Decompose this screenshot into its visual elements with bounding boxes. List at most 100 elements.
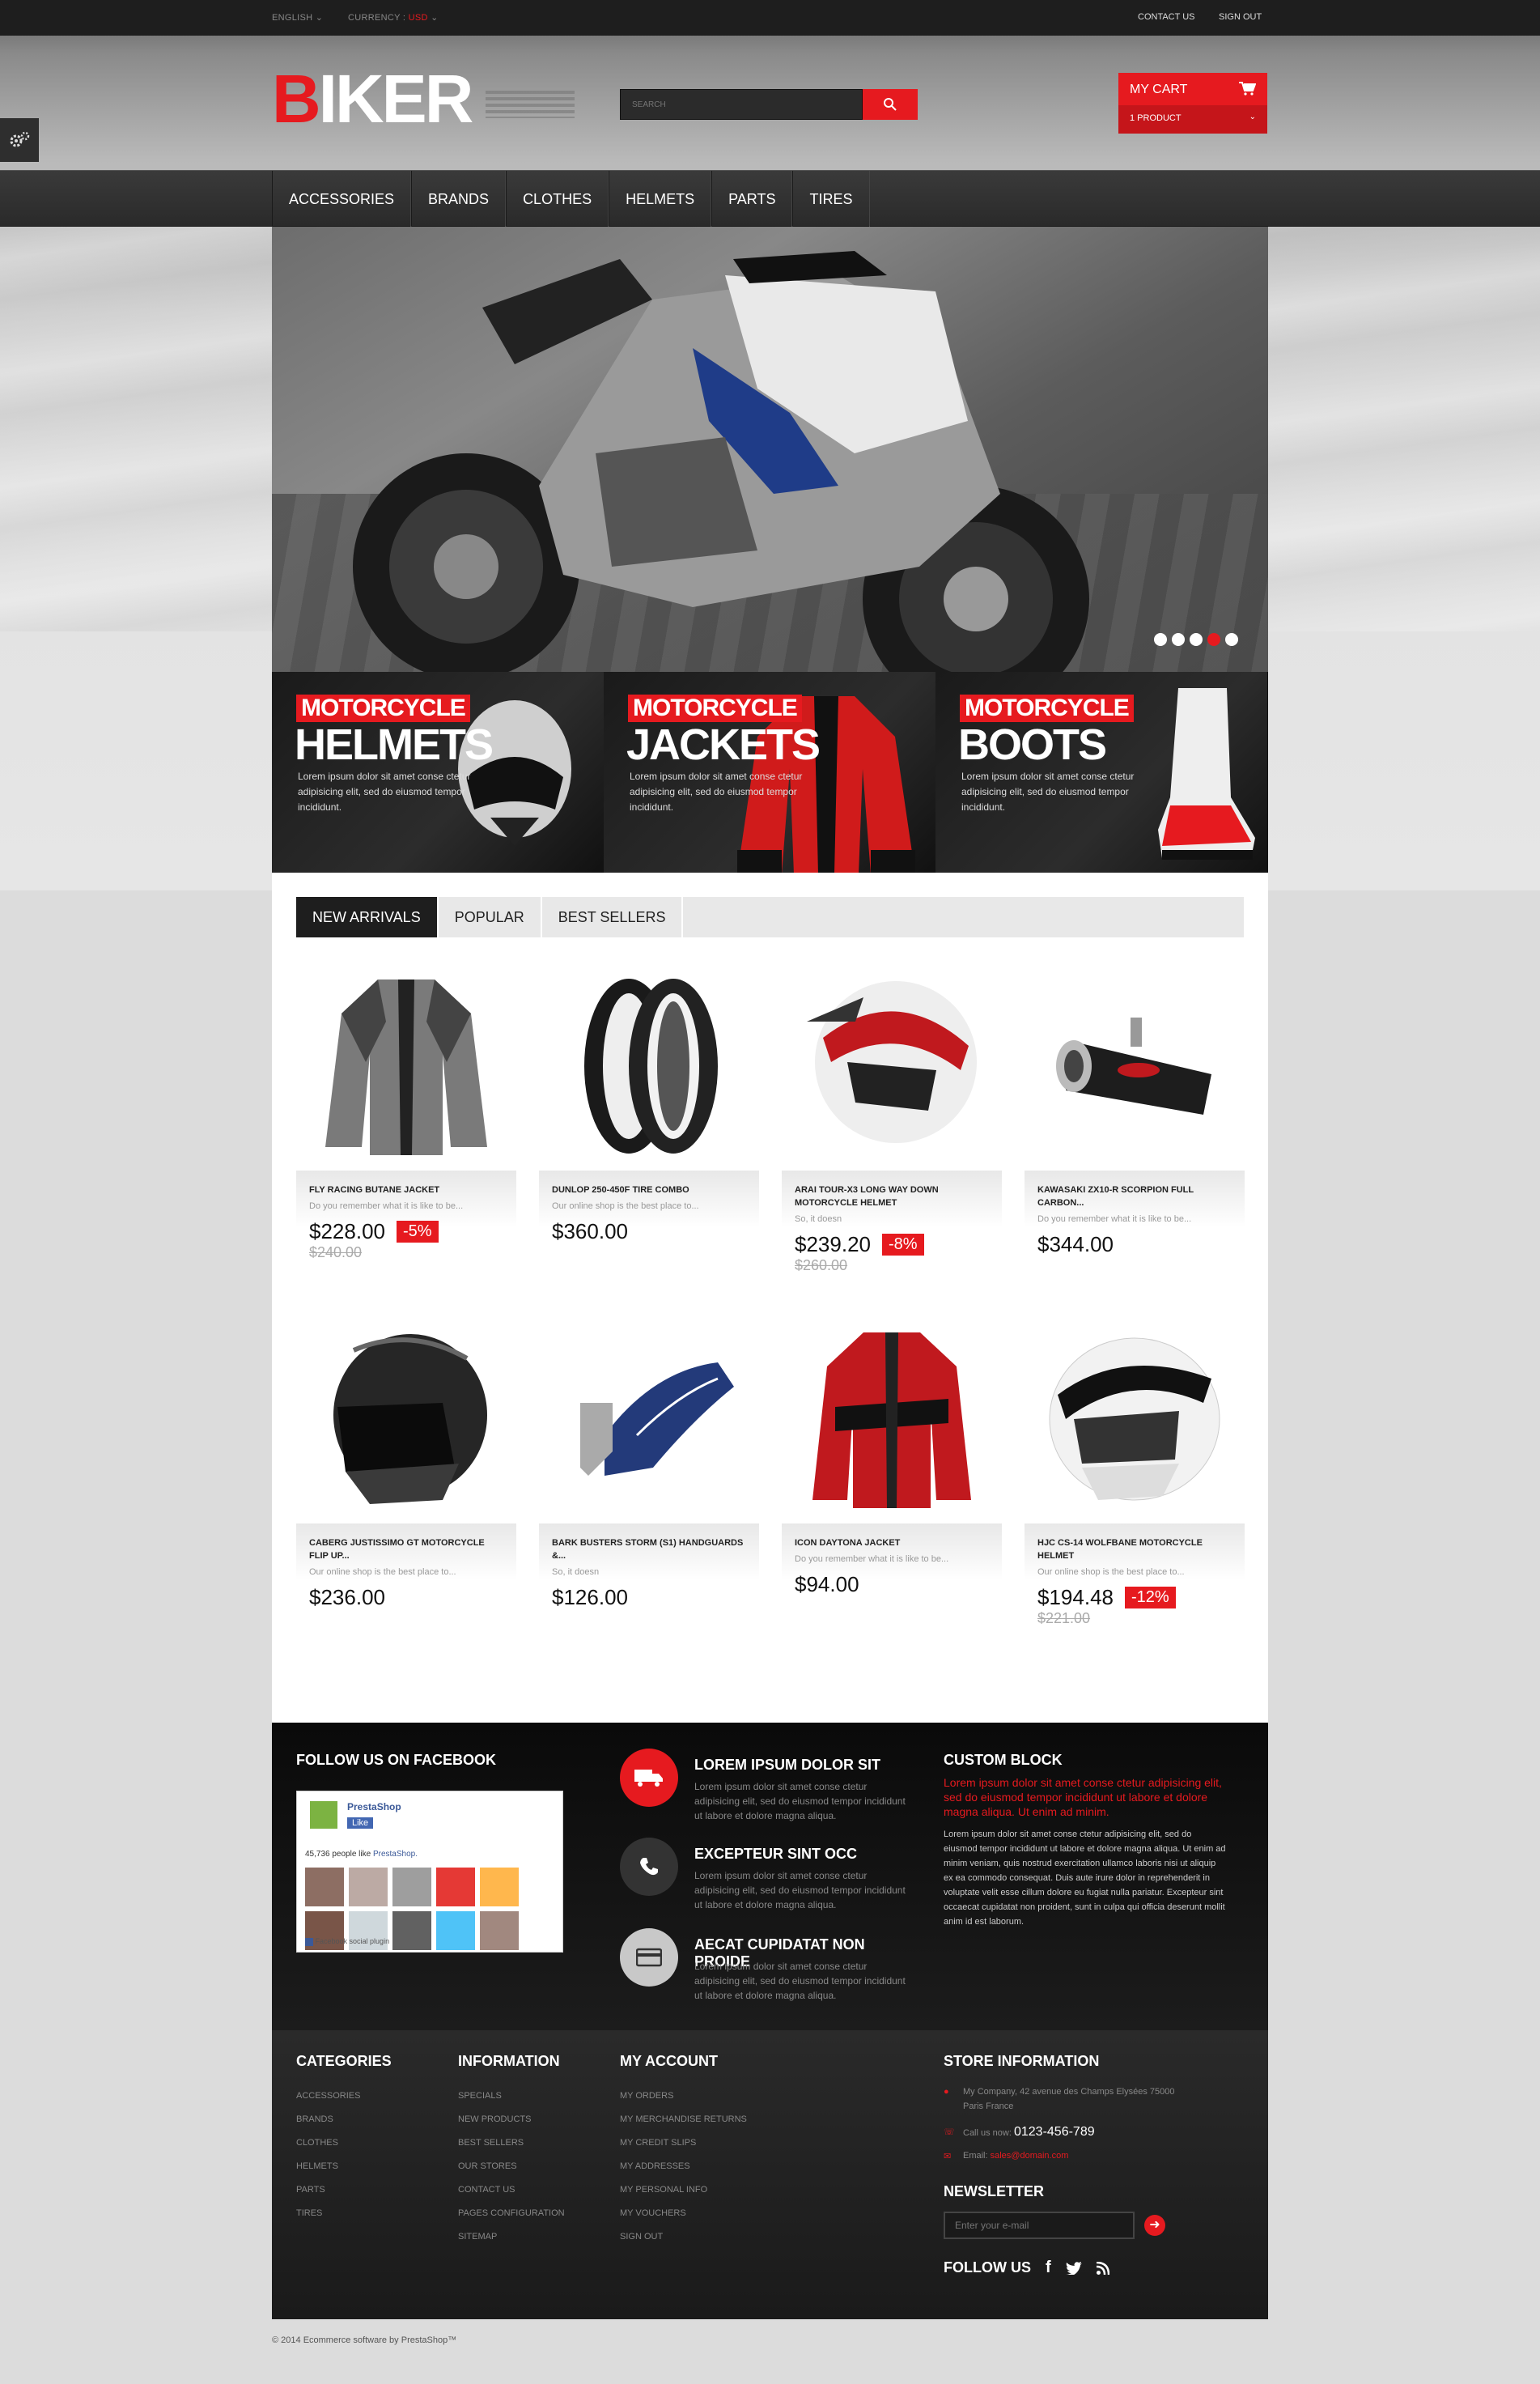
gears-icon <box>10 131 30 147</box>
product-card[interactable]: DUNLOP 250-450F TIRE COMBO Our online sh… <box>539 962 759 1244</box>
product-name[interactable]: DUNLOP 250-450F TIRE COMBO <box>552 1184 746 1196</box>
menu-item-brands[interactable]: BRANDS <box>411 171 507 227</box>
menu-item-helmets[interactable]: HELMETS <box>609 171 712 227</box>
newsletter-email-input[interactable] <box>944 2212 1135 2239</box>
footer-link[interactable]: OUR STORES <box>458 2155 565 2178</box>
language-selector[interactable]: ENGLISH ⌄ <box>272 12 323 23</box>
banner-kicker: MOTORCYCLE <box>960 695 1134 722</box>
product-name[interactable]: FLY RACING BUTANE JACKET <box>309 1184 503 1196</box>
slider-dot[interactable] <box>1190 633 1203 646</box>
product-image[interactable] <box>296 1315 516 1523</box>
facebook-icon[interactable]: f <box>1046 2259 1051 2277</box>
slider-dot[interactable] <box>1172 633 1185 646</box>
avatar[interactable] <box>392 1868 431 1906</box>
banner-helmets[interactable]: MOTORCYCLE HELMETS Lorem ipsum dolor sit… <box>272 672 604 873</box>
product-image[interactable] <box>1025 1315 1245 1523</box>
banner-jackets[interactable]: MOTORCYCLE JACKETS Lorem ipsum dolor sit… <box>604 672 935 873</box>
menu-item-tires[interactable]: TIRES <box>792 171 870 227</box>
footer-link[interactable]: CONTACT US <box>458 2178 565 2202</box>
product-image[interactable] <box>782 962 1002 1171</box>
avatar[interactable] <box>480 1868 519 1906</box>
tab-new-arrivals[interactable]: NEW ARRIVALS <box>296 897 439 937</box>
footer-link[interactable]: TIRES <box>296 2202 392 2225</box>
footer-link[interactable]: MY ORDERS <box>620 2084 747 2108</box>
facebook-widget[interactable]: PrestaShop Like 45,736 people like Prest… <box>296 1791 563 1953</box>
menu-item-parts[interactable]: PARTS <box>711 171 793 227</box>
tab-best-sellers[interactable]: BEST SELLERS <box>542 897 684 937</box>
footer-link[interactable]: MY VOUCHERS <box>620 2202 747 2225</box>
avatar[interactable] <box>436 1911 475 1950</box>
fb-like-button[interactable]: Like <box>347 1817 374 1829</box>
product-name[interactable]: BARK BUSTERS STORM (S1) HANDGUARDS &... <box>552 1536 746 1562</box>
footer-link[interactable]: MY PERSONAL INFO <box>620 2178 747 2202</box>
search-button[interactable] <box>863 89 918 120</box>
card-icon <box>620 1928 678 1987</box>
theme-settings-button[interactable] <box>0 118 39 162</box>
footer-link[interactable]: NEW PRODUCTS <box>458 2108 565 2131</box>
product-image[interactable] <box>1025 962 1245 1171</box>
product-info: ICON DAYTONA JACKET Do you remember what… <box>782 1523 1002 1597</box>
fb-plugin-text: Facebook social plugin <box>315 1937 390 1945</box>
footer-link[interactable]: MY ADDRESSES <box>620 2155 747 2178</box>
footer-link[interactable]: SIGN OUT <box>620 2225 747 2249</box>
banner-boots[interactable]: MOTORCYCLE BOOTS Lorem ipsum dolor sit a… <box>935 672 1267 873</box>
store-address-text: My Company, 42 avenue des Champs Elysées… <box>963 2087 1175 2111</box>
footer-link[interactable]: ACCESSORIES <box>296 2084 392 2108</box>
product-card[interactable]: ARAI TOUR-X3 LONG WAY DOWN MOTORCYCLE HE… <box>782 962 1002 1274</box>
product-card[interactable]: ICON DAYTONA JACKET Do you remember what… <box>782 1315 1002 1597</box>
footer-column-title: MY ACCOUNT <box>620 2053 718 2069</box>
fb-like-count: 45,736 people like PrestaShop. <box>305 1850 418 1859</box>
fb-page-name[interactable]: PrestaShop <box>347 1801 401 1812</box>
cart-block[interactable]: MY CART 1 PRODUCT ⌄ <box>1118 73 1267 134</box>
footer-link[interactable]: PARTS <box>296 2178 392 2202</box>
slider-dot[interactable] <box>1225 633 1238 646</box>
site-logo[interactable]: BIKER <box>272 65 473 133</box>
avatar[interactable] <box>480 1911 519 1950</box>
tab-popular[interactable]: POPULAR <box>439 897 542 937</box>
product-image[interactable] <box>539 962 759 1171</box>
product-name[interactable]: ICON DAYTONA JACKET <box>795 1536 989 1549</box>
footer-link[interactable]: SITEMAP <box>458 2225 565 2249</box>
newsletter-submit-button[interactable]: ➜ <box>1144 2215 1165 2236</box>
menu-item-clothes[interactable]: CLOTHES <box>506 171 609 227</box>
homepage-slider[interactable] <box>272 227 1268 672</box>
slider-dot-active[interactable] <box>1207 633 1220 646</box>
footer-link[interactable]: HELMETS <box>296 2155 392 2178</box>
twitter-icon[interactable] <box>1065 2261 1082 2275</box>
slider-dot[interactable] <box>1154 633 1167 646</box>
sign-out-link[interactable]: SIGN OUT <box>1219 12 1262 22</box>
product-card[interactable]: CABERG JUSTISSIMO GT MOTORCYCLE FLIP UP.… <box>296 1315 516 1610</box>
footer-link[interactable]: SPECIALS <box>458 2084 565 2108</box>
currency-selector[interactable]: CURRENCY : USD ⌄ <box>348 12 439 23</box>
product-image[interactable] <box>782 1315 1002 1523</box>
footer-link[interactable]: CLOTHES <box>296 2131 392 2155</box>
avatar[interactable] <box>392 1911 431 1950</box>
product-name[interactable]: CABERG JUSTISSIMO GT MOTORCYCLE FLIP UP.… <box>309 1536 503 1562</box>
footer-link[interactable]: PAGES CONFIGURATION <box>458 2202 565 2225</box>
cart-summary[interactable]: 1 PRODUCT ⌄ <box>1118 105 1267 134</box>
fb-count-link[interactable]: PrestaShop. <box>373 1850 418 1859</box>
product-name[interactable]: KAWASAKI ZX10-R SCORPION FULL CARBON... <box>1037 1184 1232 1209</box>
product-image[interactable] <box>296 962 516 1171</box>
avatar[interactable] <box>305 1868 344 1906</box>
product-card[interactable]: KAWASAKI ZX10-R SCORPION FULL CARBON... … <box>1025 962 1245 1257</box>
chevron-down-icon: ⌄ <box>1249 113 1256 121</box>
product-card[interactable]: HJC CS-14 WOLFBANE MOTORCYCLE HELMET Our… <box>1025 1315 1245 1627</box>
footer-link[interactable]: MY CREDIT SLIPS <box>620 2131 747 2155</box>
store-email-link[interactable]: sales@domain.com <box>991 2151 1069 2161</box>
avatar[interactable] <box>349 1868 388 1906</box>
footer-link[interactable]: MY MERCHANDISE RETURNS <box>620 2108 747 2131</box>
product-price: $194.48 <box>1037 1585 1114 1609</box>
product-card[interactable]: BARK BUSTERS STORM (S1) HANDGUARDS &... … <box>539 1315 759 1610</box>
product-card[interactable]: FLY RACING BUTANE JACKET Do you remember… <box>296 962 516 1261</box>
product-name[interactable]: ARAI TOUR-X3 LONG WAY DOWN MOTORCYCLE HE… <box>795 1184 989 1209</box>
avatar[interactable] <box>436 1868 475 1906</box>
search-input[interactable] <box>621 90 863 119</box>
product-image[interactable] <box>539 1315 759 1523</box>
menu-item-accessories[interactable]: ACCESSORIES <box>272 171 412 227</box>
contact-us-link[interactable]: CONTACT US <box>1138 12 1195 22</box>
footer-link[interactable]: BRANDS <box>296 2108 392 2131</box>
footer-link[interactable]: BEST SELLERS <box>458 2131 565 2155</box>
product-name[interactable]: HJC CS-14 WOLFBANE MOTORCYCLE HELMET <box>1037 1536 1232 1562</box>
rss-icon[interactable] <box>1096 2261 1109 2275</box>
